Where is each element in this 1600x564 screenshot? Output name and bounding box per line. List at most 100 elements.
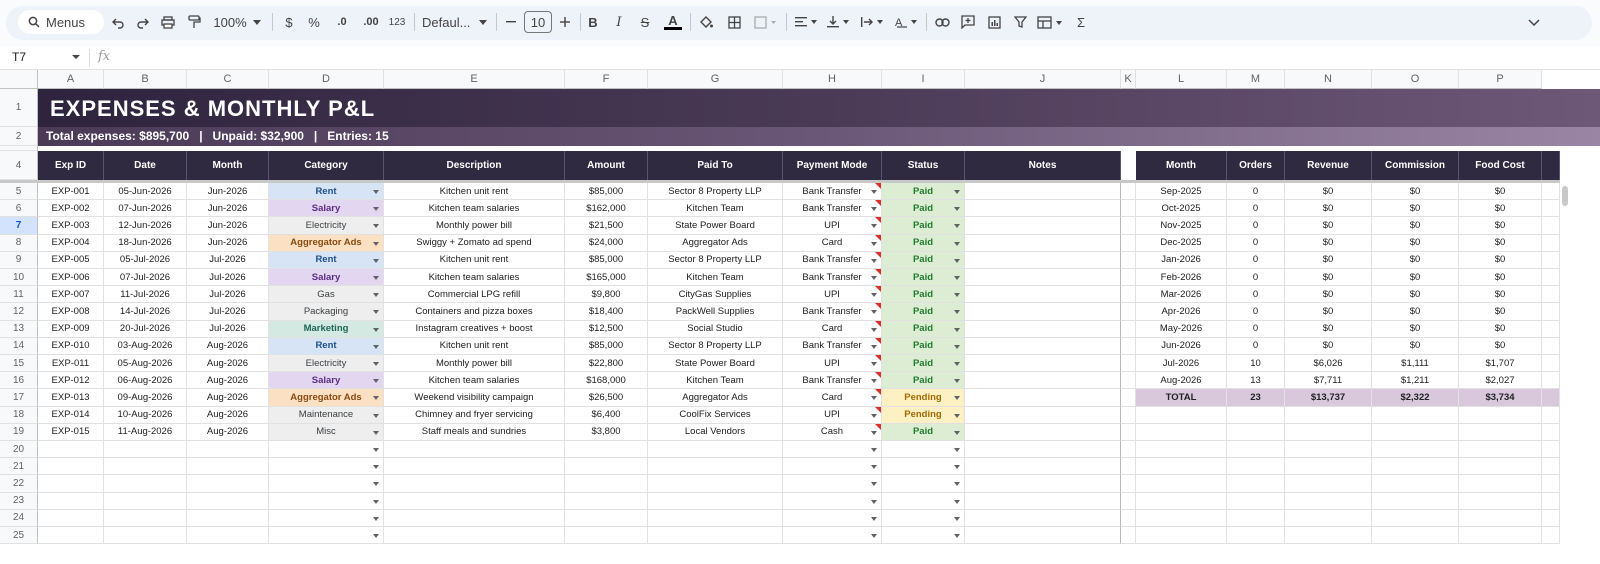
pl-overflow-cell[interactable] — [1542, 441, 1560, 459]
amount-cell[interactable] — [565, 458, 648, 476]
notes-cell[interactable] — [965, 389, 1121, 407]
pl-month-cell[interactable]: Feb-2026 — [1136, 269, 1227, 287]
payment-mode-cell[interactable]: UPI — [783, 355, 882, 373]
zoom-select[interactable]: 100% — [212, 11, 248, 33]
payment-mode-cell[interactable] — [783, 527, 882, 545]
spacer-cell[interactable] — [1121, 286, 1136, 304]
column-header-k[interactable]: K — [1121, 70, 1136, 89]
pl-orders-cell[interactable] — [1227, 509, 1285, 527]
description-cell[interactable]: Staff meals and sundries — [384, 423, 565, 441]
month-cell[interactable]: Jul-2026 — [187, 269, 269, 287]
dropdown-chevron-icon[interactable] — [954, 534, 960, 538]
pl-orders-cell[interactable] — [1227, 492, 1285, 510]
row-header-17[interactable]: 17 — [0, 389, 38, 407]
status-cell[interactable] — [882, 492, 965, 510]
pl-revenue-cell[interactable]: $0 — [1285, 269, 1372, 287]
description-cell[interactable]: Chimney and fryer servicing — [384, 406, 565, 424]
dropdown-chevron-icon[interactable] — [871, 379, 877, 384]
pl-orders-cell[interactable] — [1227, 475, 1285, 493]
paid-to-cell[interactable]: State Power Board — [648, 217, 783, 235]
pl-revenue-cell[interactable] — [1285, 406, 1372, 424]
pl-commission-cell[interactable] — [1372, 441, 1459, 459]
exp-id-cell[interactable]: EXP-014 — [38, 406, 104, 424]
pl-commission-cell[interactable] — [1372, 509, 1459, 527]
status-cell[interactable]: Paid — [882, 337, 965, 355]
paid-to-cell[interactable]: Kitchen Team — [648, 372, 783, 390]
column-header-i[interactable]: I — [882, 70, 965, 89]
dropdown-chevron-icon[interactable] — [954, 293, 960, 298]
exp-id-cell[interactable]: EXP-004 — [38, 234, 104, 252]
dropdown-chevron-icon[interactable] — [373, 190, 379, 194]
month-cell[interactable]: Aug-2026 — [187, 337, 269, 355]
month-cell[interactable]: Jul-2026 — [187, 320, 269, 338]
dropdown-chevron-icon[interactable] — [871, 224, 877, 229]
description-cell[interactable]: Kitchen unit rent — [384, 183, 565, 201]
pl-revenue-cell[interactable] — [1285, 492, 1372, 510]
month-cell[interactable] — [187, 458, 269, 476]
description-cell[interactable]: Weekend visibility campaign — [384, 389, 565, 407]
paid-to-cell[interactable]: Kitchen Team — [648, 200, 783, 218]
pl-month-cell[interactable]: Apr-2026 — [1136, 303, 1227, 321]
amount-cell[interactable]: $6,400 — [565, 406, 648, 424]
category-cell[interactable] — [269, 527, 384, 545]
notes-cell[interactable] — [965, 423, 1121, 441]
pl-revenue-cell[interactable] — [1285, 509, 1372, 527]
select-all-corner[interactable] — [0, 70, 38, 89]
decrease-font-size-icon[interactable] — [504, 11, 518, 33]
undo-icon[interactable] — [110, 11, 126, 33]
payment-mode-cell[interactable] — [783, 458, 882, 476]
increase-font-size-icon[interactable] — [558, 11, 572, 33]
notes-cell[interactable] — [965, 303, 1121, 321]
total-pl-revenue-cell[interactable]: $13,737 — [1285, 389, 1372, 407]
dropdown-chevron-icon[interactable] — [954, 344, 960, 349]
payment-mode-cell[interactable]: Bank Transfer — [783, 200, 882, 218]
dropdown-chevron-icon[interactable] — [373, 258, 379, 263]
column-header-g[interactable]: G — [648, 70, 783, 89]
paid-to-cell[interactable]: Kitchen Team — [648, 269, 783, 287]
dropdown-chevron-icon[interactable] — [373, 293, 379, 298]
month-cell[interactable]: Jul-2026 — [187, 251, 269, 269]
category-cell[interactable] — [269, 509, 384, 527]
notes-cell[interactable] — [965, 320, 1121, 338]
pl-overflow-cell[interactable] — [1542, 492, 1560, 510]
category-cell[interactable]: Rent — [269, 337, 384, 355]
dropdown-chevron-icon[interactable] — [373, 362, 379, 366]
more-formats-button[interactable]: 123 — [386, 11, 408, 33]
status-cell[interactable]: Paid — [882, 355, 965, 373]
notes-cell[interactable] — [965, 269, 1121, 287]
dropdown-chevron-icon[interactable] — [954, 379, 960, 384]
date-cell[interactable]: 18-Jun-2026 — [104, 234, 187, 252]
status-cell[interactable]: Paid — [882, 286, 965, 304]
paid-to-cell[interactable] — [648, 458, 783, 476]
payment-mode-cell[interactable]: UPI — [783, 286, 882, 304]
percent-format-button[interactable]: % — [306, 11, 322, 33]
month-cell[interactable]: Jun-2026 — [187, 200, 269, 218]
notes-cell[interactable] — [965, 441, 1121, 459]
month-cell[interactable] — [187, 509, 269, 527]
amount-cell[interactable]: $24,000 — [565, 234, 648, 252]
description-cell[interactable] — [384, 441, 565, 459]
row-header-11[interactable]: 11 — [0, 286, 38, 304]
row-header-9[interactable]: 9 — [0, 251, 38, 269]
pl-food-cost-cell[interactable]: $0 — [1459, 217, 1542, 235]
pl-commission-cell[interactable] — [1372, 423, 1459, 441]
paid-to-cell[interactable]: Aggregator Ads — [648, 234, 783, 252]
pl-commission-cell[interactable] — [1372, 475, 1459, 493]
description-cell[interactable]: Commercial LPG refill — [384, 286, 565, 304]
paid-to-cell[interactable]: Social Studio — [648, 320, 783, 338]
notes-cell[interactable] — [965, 234, 1121, 252]
amount-cell[interactable] — [565, 492, 648, 510]
name-box-chevron-down-icon[interactable] — [72, 55, 80, 59]
dropdown-chevron-icon[interactable] — [954, 448, 960, 452]
paint-format-icon[interactable] — [186, 11, 202, 33]
pl-overflow-cell[interactable] — [1542, 303, 1560, 321]
status-cell[interactable]: Pending — [882, 389, 965, 407]
description-cell[interactable]: Containers and pizza boxes — [384, 303, 565, 321]
pl-food-cost-cell[interactable]: $0 — [1459, 286, 1542, 304]
pl-food-cost-cell[interactable]: $0 — [1459, 320, 1542, 338]
amount-cell[interactable]: $85,000 — [565, 183, 648, 201]
category-cell[interactable] — [269, 458, 384, 476]
vertical-scrollbar-thumb[interactable] — [1562, 186, 1568, 206]
exp-id-cell[interactable]: EXP-001 — [38, 183, 104, 201]
pl-commission-cell[interactable]: $0 — [1372, 337, 1459, 355]
